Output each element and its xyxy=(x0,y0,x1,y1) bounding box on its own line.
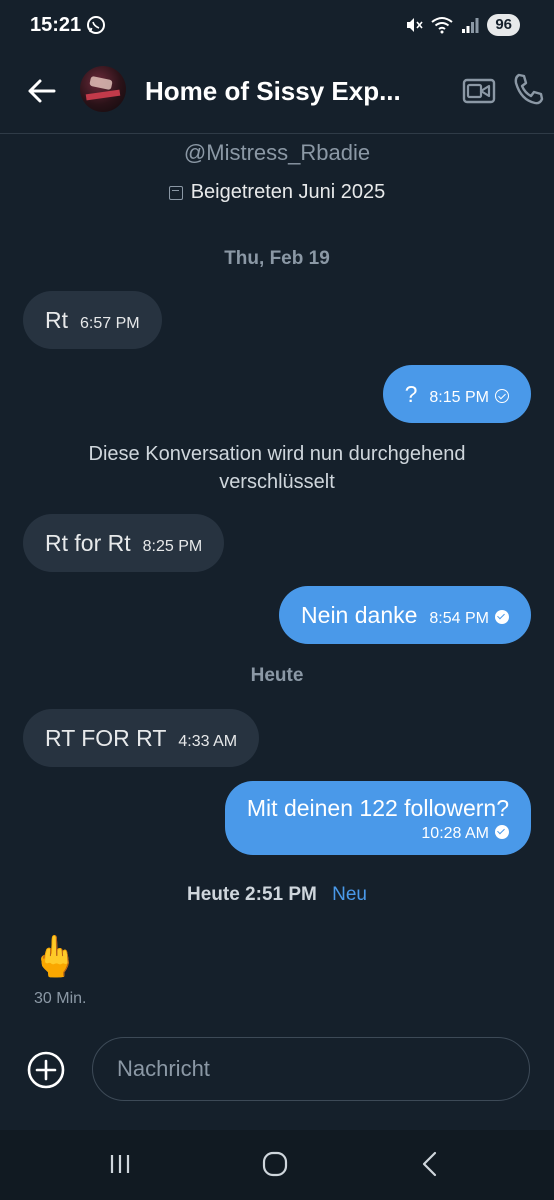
message-time: 6:57 PM xyxy=(80,315,140,332)
system-navigation-bar xyxy=(0,1130,554,1200)
message-time: 8:54 PM xyxy=(429,610,489,627)
mute-icon xyxy=(407,18,423,32)
date-separator: Heute xyxy=(250,665,304,686)
message-time: 4:33 AM xyxy=(178,733,238,750)
status-bar: 15:21 96 xyxy=(0,0,554,52)
phone-icon[interactable] xyxy=(512,72,544,106)
battery-level: 96 xyxy=(487,14,520,36)
back-icon[interactable] xyxy=(420,1151,440,1177)
message-time: 8:25 PM xyxy=(142,538,203,555)
wifi-icon xyxy=(431,17,453,34)
add-attachment-icon[interactable] xyxy=(26,1050,66,1090)
avatar[interactable] xyxy=(80,66,126,112)
conversation-header: Home of Sissy Exp... xyxy=(0,52,554,134)
message-meta: 10:28 AM xyxy=(247,823,509,845)
message-bubble-outgoing[interactable]: Nein danke 8:54 PM xyxy=(279,586,531,644)
signal-icon xyxy=(462,18,479,33)
recent-apps-icon[interactable] xyxy=(108,1152,132,1176)
date-separator: Thu, Feb 19 xyxy=(224,248,330,269)
joined-date: Beigetreten Juni 2025 xyxy=(0,181,554,204)
message-text: Rt xyxy=(45,307,68,333)
message-time: 30 Min. xyxy=(34,990,87,1007)
whatsapp-icon xyxy=(87,16,105,34)
message-meta: 8:15 PM xyxy=(429,369,509,427)
message-text: Nein danke xyxy=(301,602,418,628)
calendar-icon xyxy=(168,185,183,200)
message-meta: 8:54 PM xyxy=(429,590,509,648)
message-input[interactable] xyxy=(93,1038,529,1100)
encryption-notice: Diese Konversation wird nun durchgehend … xyxy=(88,443,466,493)
message-text: RT FOR RT xyxy=(45,725,167,751)
emoji-message[interactable]: 🖕 xyxy=(30,930,80,984)
read-check-icon xyxy=(495,825,509,839)
message-bubble-incoming[interactable]: RT FOR RT 4:33 AM xyxy=(23,709,260,767)
message-bubble-outgoing[interactable]: Mit deinen 122 followern? 10:28 AM xyxy=(224,781,531,855)
status-time: 15:21 xyxy=(30,14,82,36)
new-separator-time: Heute 2:51 PM xyxy=(186,884,317,905)
message-text: Rt for Rt xyxy=(45,530,131,556)
message-text: ? xyxy=(404,381,418,407)
message-composer xyxy=(92,1037,530,1101)
conversation-title[interactable]: Home of Sissy Exp... xyxy=(145,76,401,107)
message-time: 8:15 PM xyxy=(429,389,489,406)
status-icons: 96 xyxy=(405,14,520,36)
joined-text: Beigetreten Juni 2025 xyxy=(190,181,386,203)
message-bubble-incoming[interactable]: Rt 6:57 PM xyxy=(23,291,162,349)
sent-check-icon xyxy=(495,389,509,403)
read-check-icon xyxy=(495,610,509,624)
message-bubble-incoming[interactable]: Rt for Rt 8:25 PM xyxy=(23,514,225,572)
message-text: Mit deinen 122 followern? xyxy=(246,795,509,821)
message-bubble-outgoing[interactable]: ? 8:15 PM xyxy=(382,365,531,423)
profile-handle: @Mistress_Rbadie xyxy=(183,140,371,165)
home-icon[interactable] xyxy=(262,1151,288,1177)
arrow-left-icon[interactable] xyxy=(22,72,60,110)
new-messages-separator: Heute 2:51 PM Neu xyxy=(0,884,554,906)
message-time: 10:28 AM xyxy=(421,825,489,842)
new-badge: Neu xyxy=(332,884,367,905)
video-call-icon[interactable] xyxy=(462,74,496,106)
